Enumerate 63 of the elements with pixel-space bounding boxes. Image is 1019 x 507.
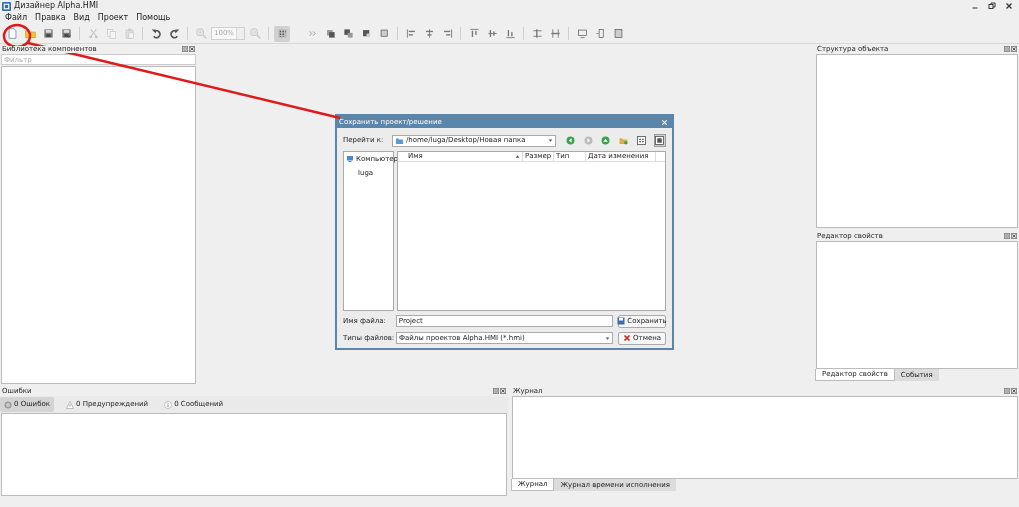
align-right-icon xyxy=(441,28,453,39)
close-icon xyxy=(1005,2,1013,10)
menu-item[interactable]: Помощь xyxy=(136,14,171,22)
new-folder-icon xyxy=(619,136,629,145)
float-icon xyxy=(493,388,499,394)
back-icon xyxy=(565,136,575,145)
computer-icon xyxy=(346,155,354,164)
undo-icon xyxy=(150,28,162,39)
up-icon xyxy=(601,136,611,145)
close-icon xyxy=(1011,233,1017,239)
align-top-icon xyxy=(468,28,480,39)
grid-icon xyxy=(276,28,288,39)
menu-item[interactable]: Файл xyxy=(5,14,28,22)
align-bottom-icon xyxy=(504,28,516,39)
list-view-icon xyxy=(637,136,647,145)
resize-icon xyxy=(576,28,588,39)
redo-icon xyxy=(168,28,180,39)
detail-view-icon xyxy=(655,136,665,145)
menu-item[interactable]: Проект xyxy=(97,14,129,22)
align-middle-icon xyxy=(486,28,498,39)
cross-icon xyxy=(623,334,632,342)
zoom-out-icon xyxy=(249,28,261,39)
float-icon xyxy=(182,46,188,52)
resize-icon xyxy=(594,28,606,39)
info-icon xyxy=(164,400,173,409)
resize-icon xyxy=(612,28,624,39)
new-file-icon xyxy=(6,28,18,39)
close-icon xyxy=(1011,388,1017,394)
nav-button[interactable] xyxy=(653,134,666,147)
arrange-icon xyxy=(324,28,336,39)
nav-button[interactable] xyxy=(635,134,648,147)
copy-icon xyxy=(105,28,117,39)
float-icon xyxy=(1004,233,1010,239)
align-left-icon xyxy=(405,28,417,39)
folder-icon xyxy=(24,28,36,39)
forward-icon xyxy=(583,136,593,145)
distribute-icon xyxy=(531,28,543,39)
align-center-icon xyxy=(423,28,435,39)
scissors-icon xyxy=(87,28,99,39)
sort-icon xyxy=(515,154,520,159)
close-icon xyxy=(1011,46,1017,52)
menu-item[interactable]: Правка xyxy=(35,14,66,22)
float-icon xyxy=(1004,388,1010,394)
error-icon xyxy=(4,400,12,409)
arrange-icon xyxy=(378,28,390,39)
caret-icon xyxy=(548,138,554,143)
menu-item[interactable]: Вид xyxy=(73,14,90,22)
clipboard-icon xyxy=(123,28,135,39)
float-icon xyxy=(1004,46,1010,52)
arrange-icon xyxy=(360,28,372,39)
close-icon xyxy=(500,388,506,394)
restore-icon xyxy=(988,2,996,10)
distribute-icon xyxy=(549,28,561,39)
toolbar-button[interactable] xyxy=(274,25,290,42)
zoom-in-icon xyxy=(195,28,207,39)
arrange-icon xyxy=(342,28,354,39)
close-icon xyxy=(189,46,195,52)
warning-icon xyxy=(66,400,74,409)
app-icon xyxy=(2,1,11,11)
close-icon xyxy=(661,118,668,126)
window-title: Дизайнер Alpha.HMI xyxy=(14,2,99,10)
caret-icon xyxy=(605,335,611,341)
folder-icon xyxy=(394,136,404,145)
